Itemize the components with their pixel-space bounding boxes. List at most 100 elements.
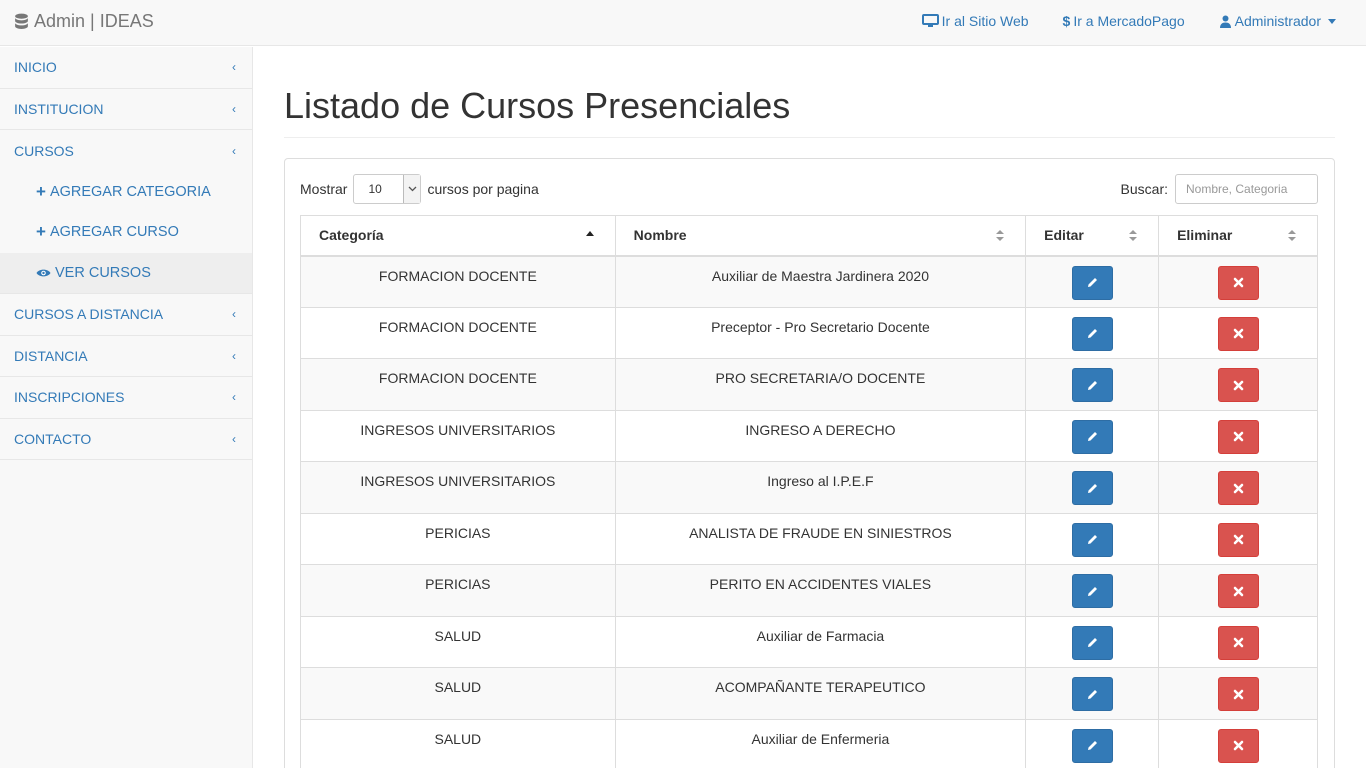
page-size-control: Mostrar 10 cursos por pagina (300, 174, 539, 204)
site-link[interactable]: Ir al Sitio Web (921, 13, 1029, 29)
sidebar-item-cursos[interactable]: CURSOS ‹ (0, 130, 252, 172)
edit-button[interactable] (1071, 677, 1113, 711)
cell-eliminar (1158, 461, 1318, 514)
title-divider (284, 137, 1335, 138)
sidebar-item-label: CONTACTO (14, 430, 92, 447)
chevron-left-icon: ‹ (232, 143, 236, 158)
delete-button[interactable] (1217, 522, 1259, 557)
edit-button[interactable] (1071, 316, 1113, 351)
table-row: SALUD ACOMPAÑANTE TERAPEUTICO (300, 667, 1318, 720)
top-navbar: Admin | IDEAS Ir al Sitio Web $ Ir a Mer… (0, 0, 1366, 46)
table-row: SALUD Auxiliar de Enfermeria (300, 718, 1318, 768)
eye-icon (36, 269, 51, 277)
column-header-eliminar[interactable]: Eliminar (1158, 215, 1318, 257)
cell-nombre: Auxiliar de Farmacia (614, 615, 1027, 668)
mercadopago-link[interactable]: $ Ir a MercadoPago (1063, 13, 1185, 29)
page-title: Listado de Cursos Presenciales (284, 85, 791, 126)
cell-categoria: INGRESOS UNIVERSITARIOS (300, 461, 616, 514)
sidebar-subitem-label: AGREGAR CURSO (49, 224, 179, 241)
search-control: Buscar: (1121, 174, 1318, 204)
edit-button[interactable] (1071, 419, 1113, 454)
sidebar-item-inicio[interactable]: INICIO ‹ (0, 47, 252, 89)
column-header-nombre[interactable]: Nombre (614, 215, 1027, 257)
edit-button[interactable] (1071, 625, 1113, 660)
delete-button[interactable] (1217, 728, 1259, 763)
cell-nombre: Auxiliar de Maestra Jardinera 2020 (614, 255, 1027, 308)
sidebar-subitem-label: VER CURSOS (55, 264, 151, 281)
user-menu[interactable]: Administrador (1219, 13, 1336, 29)
sidebar-item-institucion[interactable]: INSTITUCION ‹ (0, 89, 252, 130)
sidebar-item-label: INSCRIPCIONES (14, 389, 125, 406)
column-header-categoria[interactable]: Categoría (300, 215, 616, 257)
edit-button[interactable] (1071, 368, 1113, 402)
cell-categoria: FORMACION DOCENTE (300, 255, 616, 308)
edit-button[interactable] (1071, 265, 1113, 300)
cursos-submenu: + AGREGAR CATEGORIA + AGREGAR CURSO VER … (0, 172, 252, 294)
column-header-label: Nombre (633, 227, 687, 244)
cell-nombre: ACOMPAÑANTE TERAPEUTICO (614, 667, 1027, 720)
chevron-left-icon: ‹ (232, 390, 236, 405)
sidebar-item-label: CURSOS A DISTANCIA (14, 306, 164, 323)
sidebar-subitem-agregar-curso[interactable]: + AGREGAR CURSO (0, 212, 252, 253)
close-icon (1233, 534, 1243, 545)
column-header-label: Categoría (319, 227, 384, 244)
delete-button[interactable] (1217, 419, 1259, 454)
edit-button[interactable] (1071, 522, 1113, 557)
delete-button[interactable] (1217, 316, 1259, 351)
cell-editar (1025, 306, 1160, 359)
cell-nombre: Auxiliar de Enfermeria (614, 718, 1027, 768)
pencil-icon (1087, 741, 1097, 750)
cell-eliminar (1158, 306, 1318, 359)
user-menu-label: Administrador (1234, 13, 1321, 29)
page-size-select[interactable]: 10 (353, 174, 422, 204)
edit-button[interactable] (1071, 471, 1113, 505)
delete-button[interactable] (1217, 574, 1259, 608)
cell-eliminar (1158, 255, 1318, 308)
sidebar-item-distancia[interactable]: DISTANCIA ‹ (0, 336, 252, 377)
cell-nombre: PERITO EN ACCIDENTES VIALES (614, 564, 1027, 617)
database-icon (15, 13, 28, 29)
table-row: INGRESOS UNIVERSITARIOS INGRESO A DERECH… (300, 409, 1318, 462)
brand-label: Admin | IDEAS (34, 11, 154, 31)
cell-eliminar (1158, 564, 1318, 617)
edit-button[interactable] (1071, 728, 1113, 763)
cell-categoria: FORMACION DOCENTE (300, 306, 616, 359)
cell-categoria: FORMACION DOCENTE (300, 358, 616, 411)
table-row: PERICIAS ANALISTA DE FRAUDE EN SINIESTRO… (300, 512, 1318, 565)
delete-button[interactable] (1217, 677, 1259, 711)
user-icon (1219, 15, 1231, 28)
edit-button[interactable] (1071, 574, 1113, 608)
sidebar-item-contacto[interactable]: CONTACTO ‹ (0, 419, 252, 460)
sidebar-item-label: INSTITUCION (14, 100, 104, 117)
cell-categoria: INGRESOS UNIVERSITARIOS (300, 409, 616, 462)
delete-button[interactable] (1217, 471, 1259, 505)
close-icon (1233, 328, 1243, 339)
courses-table: Categoría Nombre Editar Eliminar FORMACI… (300, 215, 1318, 768)
sidebar-item-inscripciones[interactable]: INSCRIPCIONES ‹ (0, 377, 252, 419)
sidebar-subitem-ver-cursos[interactable]: VER CURSOS (0, 252, 252, 293)
cell-eliminar (1158, 512, 1318, 565)
column-header-editar[interactable]: Editar (1025, 215, 1160, 257)
pencil-icon (1087, 586, 1097, 596)
sidebar-item-label: INICIO (14, 59, 57, 76)
cell-nombre: Preceptor - Pro Secretario Docente (614, 306, 1027, 359)
cell-nombre: ANALISTA DE FRAUDE EN SINIESTROS (614, 512, 1027, 565)
per-page-label: cursos por pagina (427, 181, 539, 197)
table-row: PERICIAS PERITO EN ACCIDENTES VIALES (300, 564, 1318, 617)
brand[interactable]: Admin | IDEAS (14, 11, 154, 32)
search-label: Buscar: (1120, 181, 1168, 197)
sidebar-subitem-agregar-categoria[interactable]: + AGREGAR CATEGORIA (0, 172, 252, 213)
delete-button[interactable] (1217, 625, 1259, 660)
table-row: FORMACION DOCENTE Preceptor - Pro Secret… (300, 306, 1318, 359)
cell-eliminar (1158, 718, 1318, 768)
delete-button[interactable] (1217, 265, 1259, 300)
pencil-icon (1087, 535, 1097, 544)
page-size-value: 10 (368, 182, 382, 196)
delete-button[interactable] (1217, 368, 1259, 402)
close-icon (1233, 380, 1243, 390)
close-icon (1233, 431, 1243, 442)
sidebar-item-cursos-distancia[interactable]: CURSOS A DISTANCIA ‹ (0, 294, 252, 336)
search-input[interactable] (1175, 174, 1318, 204)
pencil-icon (1087, 483, 1097, 493)
cell-categoria: PERICIAS (300, 564, 616, 617)
